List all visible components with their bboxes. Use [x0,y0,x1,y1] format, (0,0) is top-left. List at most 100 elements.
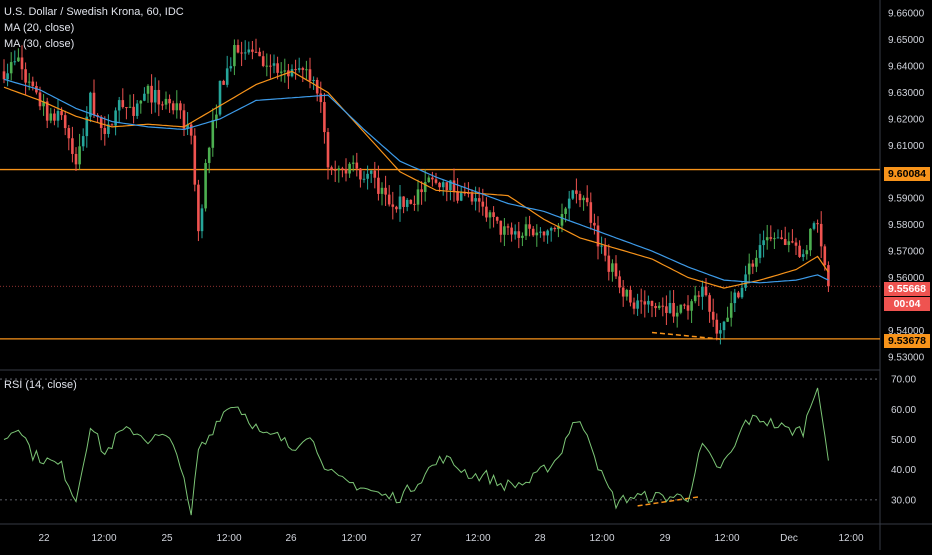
candle-body [24,69,27,83]
candle-body [485,206,488,218]
candle-body [161,104,164,106]
price-tick-label: 9.66000 [888,9,925,20]
candle-body [611,263,614,272]
ma30-legend[interactable]: MA (30, close) [4,38,74,50]
candle-body [110,124,114,126]
candle-body [2,71,6,80]
chart-title[interactable]: U.S. Dollar / Swedish Krona, 60, IDC [4,6,184,18]
candle-body [567,198,571,209]
candle-body [625,289,629,297]
candle-body [164,98,168,105]
horizontal-lines [0,168,880,340]
candle-body [456,191,459,201]
candle-body [578,193,582,201]
candle-body [420,189,423,193]
candle-body [53,113,56,121]
candle-body [398,196,402,210]
candle-body [438,182,441,188]
price-tick-label: 9.62000 [888,114,925,125]
rsi-legend[interactable]: RSI (14, close) [4,379,77,391]
candle-body [13,61,17,63]
candle-body [409,199,413,204]
candle-body [470,193,474,202]
candle-body [488,212,492,218]
candle-body [81,136,85,147]
candle-body [225,68,229,85]
candle-body [549,227,553,231]
candle-body [585,197,589,203]
candle-body [704,286,708,296]
candle-body [603,245,607,256]
candle-body [103,128,107,134]
lower-line-price-tag: 9.53678 [884,334,930,348]
candle-body [535,232,539,236]
ma20-line [3,70,829,289]
candle-body [553,227,557,230]
candle-body [301,68,305,70]
candle-body [326,132,330,168]
candle-body [135,103,139,116]
candle-body [755,257,758,267]
candle-body [459,192,463,201]
divergence-annotations [637,331,721,507]
candle-body [765,237,769,241]
candle-body [747,263,751,275]
candle-body [560,214,564,226]
candle-body [341,168,344,170]
candle-body [719,330,722,334]
candle-body [402,196,405,207]
candle-body [207,147,211,163]
candle-body [67,128,71,139]
candle-body [132,106,135,116]
candle-body [722,321,726,331]
candle-body [78,146,81,165]
candle-body [211,120,215,148]
candle-body [827,265,830,287]
candle-body [153,89,157,103]
candle-body [391,204,395,207]
ma20-legend[interactable]: MA (20, close) [4,22,74,34]
candle-body [218,80,222,115]
candle-body [240,52,243,54]
chart-root[interactable]: 9.53000 9.54000 9.56000 9.57000 9.58000 9.590… [0,0,932,550]
candle-body [6,73,9,80]
candle-body [56,111,60,121]
candle-body [593,222,596,226]
candle-body [323,102,326,133]
time-tick-label: 28 [534,533,546,544]
candle-body [233,45,236,67]
time-tick-label: 22 [38,533,50,544]
candle-body [20,57,24,70]
candle-body [276,63,279,73]
candle-body [780,237,783,240]
candle-body [9,62,13,74]
candle-body [395,206,398,210]
candle-body [607,255,611,272]
candle-body [791,241,794,243]
candle-body [125,107,128,109]
candle-body [355,162,359,169]
candle-body [38,92,42,107]
chart-canvas[interactable]: 9.530009.540009.560009.570009.580009.590… [0,0,932,550]
candle-body [661,305,665,307]
candle-body [359,168,362,180]
candle-body [629,289,632,303]
candle-body [254,51,258,53]
candle-body [510,227,513,235]
price-divergence-line [651,331,721,340]
candle-body [236,45,240,53]
rsi-line [3,387,829,516]
time-tick-label: 12:00 [714,533,739,544]
candle-body [330,167,333,170]
candle-body [506,226,510,228]
candle-body [283,70,287,72]
candle-body [117,100,121,111]
candle-body [294,69,297,71]
price-tick-label: 9.59000 [888,194,925,205]
rsi-tick-label: 30.00 [891,495,916,506]
candle-body [377,177,380,194]
candle-body [189,124,193,136]
candle-body [812,223,816,229]
candle-body [92,92,96,116]
candle-body [711,311,715,320]
